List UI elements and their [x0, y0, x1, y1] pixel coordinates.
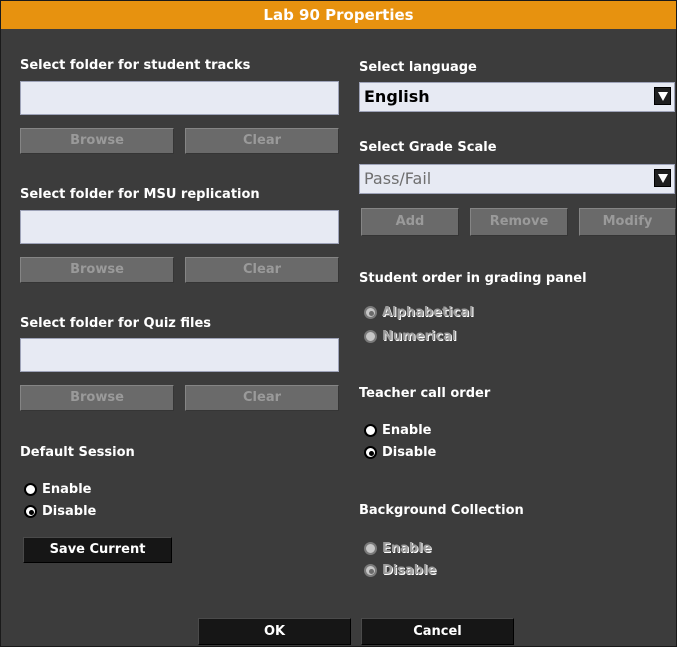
radio-selected-dot — [368, 450, 374, 456]
radio-selected-dot — [28, 509, 34, 515]
grade-scale-select[interactable]: Pass/Fail — [359, 164, 675, 194]
radio-label: Numerical — [382, 329, 457, 344]
language-select-value: English — [364, 87, 430, 106]
radio-selected-dot — [368, 310, 374, 316]
quiz-files-field[interactable] — [20, 338, 339, 372]
grade-scale-label: Select Grade Scale — [359, 140, 497, 155]
radio-label: Enable — [382, 541, 432, 556]
radio-label: Disable — [382, 563, 437, 578]
properties-dialog: Lab 90 Properties Select folder for stud… — [0, 0, 677, 647]
radio-label: Disable — [382, 445, 437, 460]
msu-replication-label: Select folder for MSU replication — [20, 187, 260, 202]
student-order-label: Student order in grading panel — [359, 271, 587, 286]
msu-replication-field[interactable] — [20, 210, 339, 244]
radio-circle[interactable] — [364, 446, 377, 459]
radio-circle[interactable] — [364, 564, 377, 577]
msu-replication-clear-button[interactable]: Clear — [185, 257, 339, 283]
grade-scale-select-value: Pass/Fail — [364, 169, 432, 188]
grade-scale-modify-button[interactable]: Modify — [579, 208, 676, 236]
radio-selected-dot — [368, 568, 374, 574]
msu-replication-browse-button[interactable]: Browse — [20, 257, 174, 283]
save-current-button[interactable]: Save Current — [23, 537, 172, 563]
language-select[interactable]: English — [359, 82, 675, 112]
radio-circle[interactable] — [364, 542, 377, 555]
grade-scale-remove-button[interactable]: Remove — [470, 208, 568, 236]
radio-circle[interactable] — [24, 505, 37, 518]
quiz-files-label: Select folder for Quiz files — [20, 316, 212, 331]
chevron-down-icon[interactable] — [654, 87, 671, 105]
dialog-title: Lab 90 Properties — [1, 1, 676, 29]
language-label: Select language — [359, 60, 477, 75]
radio-label: Enable — [42, 482, 92, 497]
background-collection-label: Background Collection — [359, 503, 524, 518]
quiz-files-browse-button[interactable]: Browse — [20, 385, 174, 411]
student-tracks-field[interactable] — [20, 81, 339, 115]
default-session-label: Default Session — [20, 445, 135, 460]
quiz-files-clear-button[interactable]: Clear — [185, 385, 339, 411]
student-tracks-clear-button[interactable]: Clear — [185, 128, 339, 154]
student-tracks-browse-button[interactable]: Browse — [20, 128, 174, 154]
radio-label: Alphabetical — [382, 305, 474, 320]
radio-circle[interactable] — [24, 483, 37, 496]
radio-label: Enable — [382, 423, 432, 438]
student-tracks-label: Select folder for student tracks — [20, 58, 251, 73]
ok-button[interactable]: OK — [198, 618, 351, 645]
radio-circle[interactable] — [364, 330, 377, 343]
grade-scale-add-button[interactable]: Add — [361, 208, 459, 236]
radio-circle[interactable] — [364, 424, 377, 437]
cancel-button[interactable]: Cancel — [361, 618, 514, 645]
chevron-down-icon[interactable] — [654, 169, 671, 187]
radio-circle[interactable] — [364, 306, 377, 319]
teacher-call-label: Teacher call order — [359, 386, 491, 401]
radio-label: Disable — [42, 504, 97, 519]
